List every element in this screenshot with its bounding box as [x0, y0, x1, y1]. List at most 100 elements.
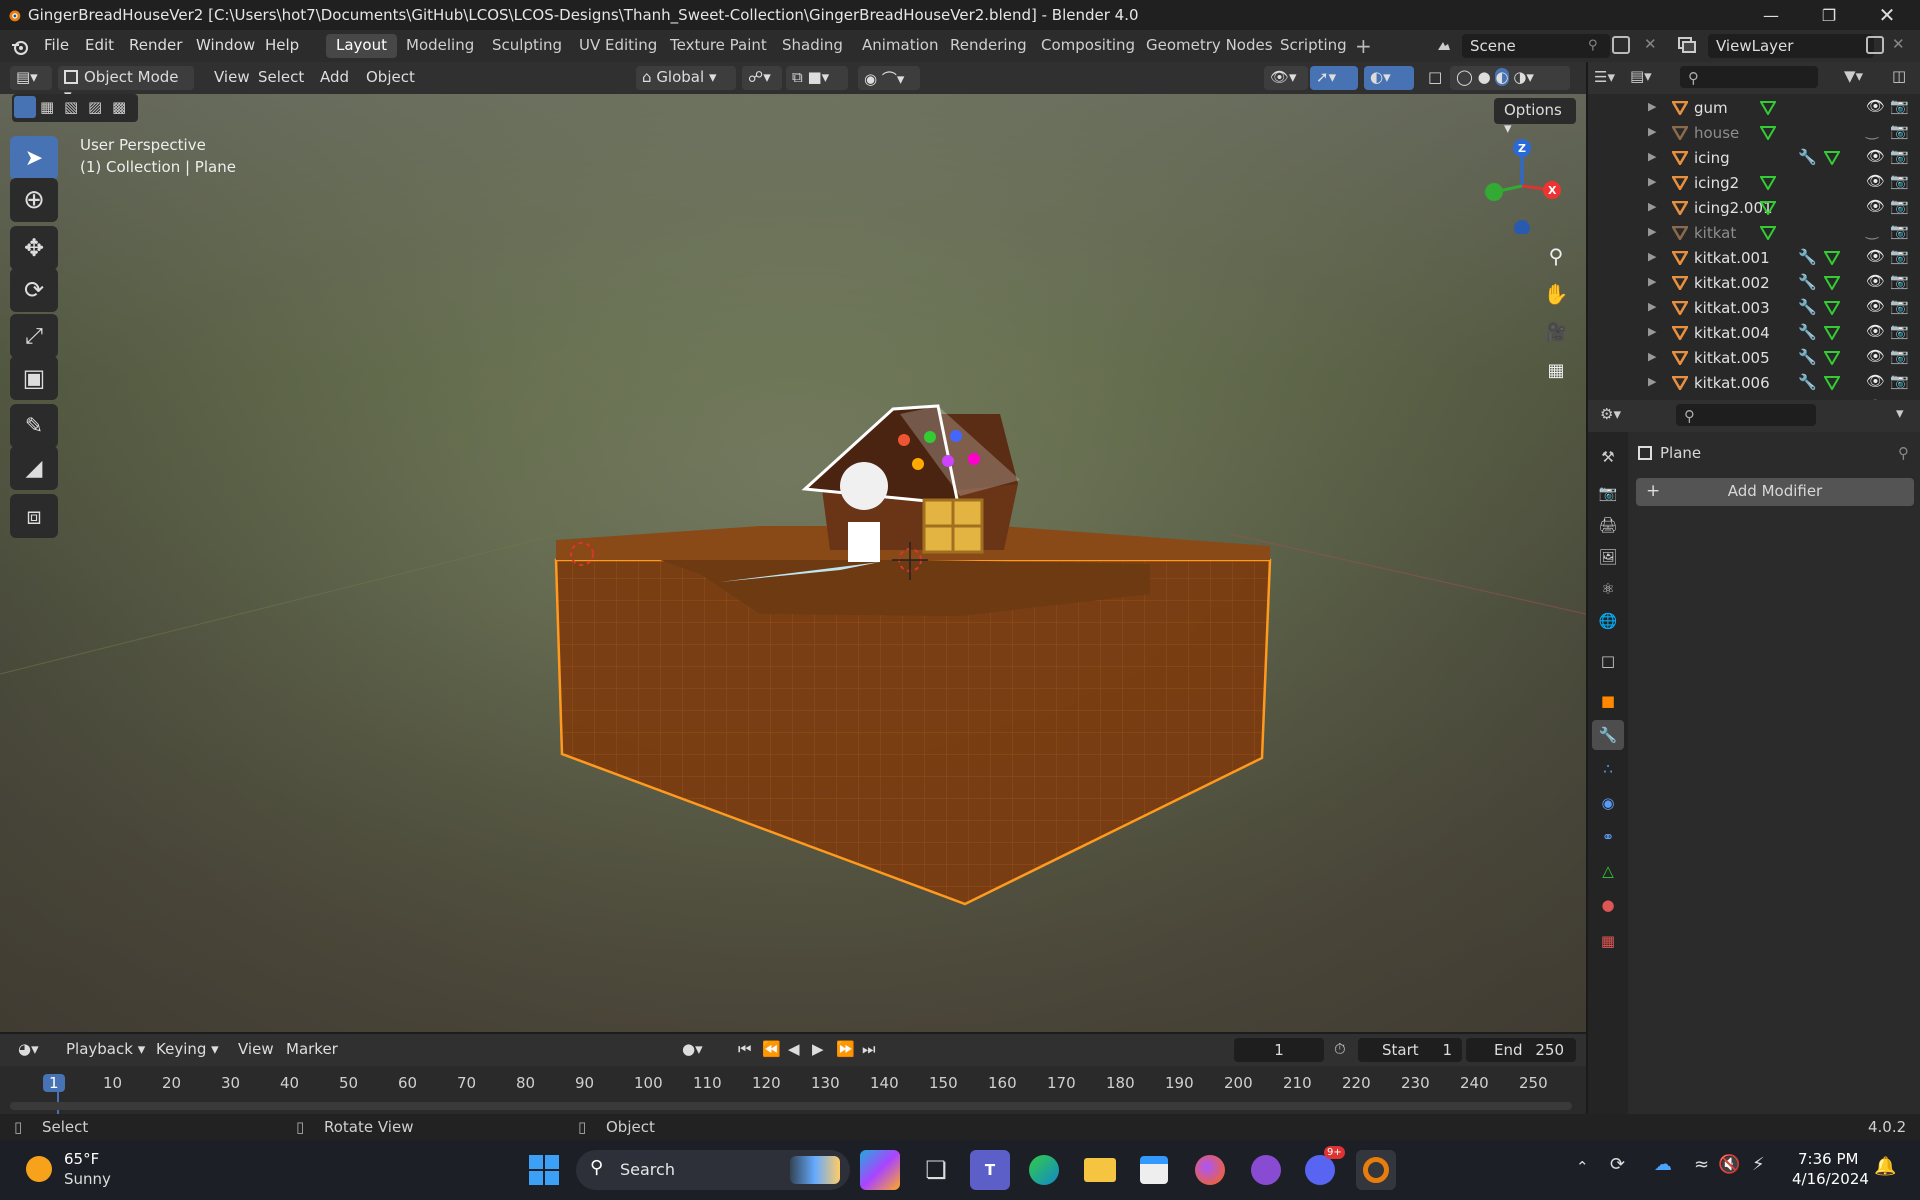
menu-window[interactable]: Window	[196, 36, 255, 56]
snap-icon[interactable]: ⧉ ■▾	[786, 66, 848, 90]
modifier-wrench-icon[interactable]: 🔧	[1798, 323, 1817, 341]
eye-icon[interactable]: 👁	[1866, 172, 1885, 190]
constraints-tab-icon[interactable]: ⚭	[1592, 822, 1624, 852]
mesh-data-icon[interactable]	[1824, 251, 1840, 265]
onedrive-icon[interactable]: ☁	[1654, 1154, 1672, 1175]
tab-uv-editing[interactable]: UV Editing	[569, 34, 667, 58]
stopwatch-icon[interactable]: ⏱	[1334, 1040, 1346, 1058]
close-button[interactable]: ✕	[1858, 0, 1916, 30]
menu-help[interactable]: Help	[265, 36, 299, 56]
outliner-item-name[interactable]: kitkat.006	[1694, 374, 1770, 392]
eye-icon[interactable]: 👁	[1866, 297, 1885, 315]
outliner-row[interactable]: ▶ house ‿ 📷	[1588, 121, 1920, 146]
outliner-row[interactable]: ▶ kitkat.004 🔧 👁 📷	[1588, 321, 1920, 346]
chevron-up-icon[interactable]: ⌃	[1576, 1158, 1589, 1176]
expand-arrow-icon[interactable]: ▶	[1648, 300, 1656, 313]
start-button[interactable]	[524, 1150, 564, 1190]
xray-icon[interactable]: □	[1422, 66, 1446, 90]
pivot-icon[interactable]: ☍▾	[742, 66, 782, 90]
expand-arrow-icon[interactable]: ▶	[1648, 275, 1656, 288]
gizmo-toggle-icon[interactable]: ➚▾	[1310, 66, 1358, 90]
store-icon[interactable]	[1134, 1150, 1174, 1190]
menu-marker[interactable]: Marker	[280, 1038, 344, 1062]
outliner-row[interactable]: ▶ gum 👁 📷	[1588, 96, 1920, 121]
particles-tab-icon[interactable]: ∴	[1592, 754, 1624, 784]
zoom-button[interactable]: ⚲	[1540, 240, 1572, 272]
eye-icon[interactable]: 👁	[1866, 372, 1885, 390]
battery-icon[interactable]: ⚡	[1752, 1154, 1765, 1175]
modifier-wrench-icon[interactable]: 🔧	[1798, 348, 1817, 366]
delete-scene-icon[interactable]: ✕	[1644, 35, 1657, 53]
menu-view[interactable]: View	[232, 1038, 280, 1062]
outliner-item-name[interactable]: kitkat.005	[1694, 349, 1770, 367]
tab-scripting[interactable]: Scripting	[1270, 34, 1357, 58]
camera-render-icon[interactable]: 📷	[1890, 97, 1909, 115]
clock-date[interactable]: 4/16/2024	[1792, 1170, 1869, 1188]
modifier-wrench-icon[interactable]: 🔧	[1798, 248, 1817, 266]
proportional-edit-icon[interactable]: ◉ ⌒▾	[858, 66, 920, 90]
outliner-row[interactable]: ▶ kitkat ‿ 📷	[1588, 221, 1920, 246]
outliner-editor-icon[interactable]: ☰▾	[1594, 68, 1615, 86]
outliner-row[interactable]: ▶ kitkat.001 🔧 👁 📷	[1588, 246, 1920, 271]
pan-button[interactable]: ✋	[1540, 278, 1572, 310]
modifier-wrench-icon[interactable]: 🔧	[1798, 373, 1817, 391]
camera-view-button[interactable]: 🎥	[1540, 316, 1572, 348]
blender-menu-icon[interactable]	[10, 37, 30, 57]
mode-dropdown[interactable]: Object Mode ▾	[58, 66, 194, 104]
discord-icon[interactable]: 9+	[1300, 1146, 1345, 1190]
menu-view[interactable]: View	[208, 66, 256, 90]
weather-desc[interactable]: Sunny	[64, 1170, 111, 1188]
modifier-wrench-icon[interactable]: 🔧	[1798, 148, 1817, 166]
camera-render-icon[interactable]: 📷	[1890, 147, 1909, 165]
minimize-button[interactable]: —	[1742, 0, 1800, 30]
outliner-item-name[interactable]: house	[1694, 124, 1739, 142]
overlays-toggle-icon[interactable]: ◐▾	[1364, 66, 1414, 90]
clock-time[interactable]: 7:36 PM	[1798, 1150, 1858, 1168]
wireframe-shading-icon[interactable]: ◯	[1456, 68, 1473, 86]
expand-arrow-icon[interactable]: ▶	[1648, 225, 1656, 238]
tab-layout[interactable]: Layout	[326, 34, 397, 58]
eye-icon[interactable]: 👁	[1866, 322, 1885, 340]
notification-bell-icon[interactable]: 🔔	[1874, 1156, 1896, 1177]
taskbar-search[interactable]: ⚲ Search	[576, 1150, 850, 1190]
new-collection-icon[interactable]: ◫	[1892, 67, 1906, 85]
volume-muted-icon[interactable]: 🔇	[1718, 1154, 1740, 1175]
new-scene-icon[interactable]	[1612, 36, 1630, 54]
outliner-item-name[interactable]: kitkat.002	[1694, 274, 1770, 292]
scene-tab-icon[interactable]: ⚛	[1592, 574, 1624, 604]
tab-texture-paint[interactable]: Texture Paint	[660, 34, 777, 58]
firefox-icon[interactable]	[1190, 1150, 1230, 1190]
tab-modeling[interactable]: Modeling	[396, 34, 484, 58]
expand-arrow-icon[interactable]: ▶	[1648, 175, 1656, 188]
editor-type-icon[interactable]: ▤▾	[10, 66, 52, 90]
select-subtract-icon[interactable]: ▧	[64, 98, 78, 116]
mesh-data-icon[interactable]	[1824, 326, 1840, 340]
outliner-search-input[interactable]: ⚲	[1680, 66, 1818, 88]
menu-file[interactable]: File	[44, 36, 69, 56]
physics-tab-icon[interactable]: ◉	[1592, 788, 1624, 818]
viewlayer-browse-icon[interactable]	[1676, 34, 1706, 58]
expand-arrow-icon[interactable]: ▶	[1648, 125, 1656, 138]
select-intersect-icon[interactable]: ▩	[112, 98, 126, 116]
material-preview-icon[interactable]: ◐	[1495, 68, 1509, 86]
outliner-item-name[interactable]: kitkat	[1694, 224, 1736, 242]
mesh-data-icon[interactable]	[1824, 151, 1840, 165]
eye-icon[interactable]: 👁	[1866, 247, 1885, 265]
rotate-tool[interactable]: ⟳	[10, 268, 58, 312]
select-invert-icon[interactable]: ▨	[88, 98, 102, 116]
menu-add[interactable]: Add	[314, 66, 355, 90]
rendered-shading-icon[interactable]: ◑	[1513, 68, 1526, 86]
outliner-row[interactable]: ▶ kitkat.002 🔧 👁 📷	[1588, 271, 1920, 296]
mesh-data-icon[interactable]	[1760, 126, 1776, 140]
expand-arrow-icon[interactable]: ▶	[1648, 150, 1656, 163]
blender-taskbar-icon[interactable]	[1356, 1150, 1396, 1190]
edge-icon[interactable]	[1024, 1150, 1064, 1190]
menu-render[interactable]: Render	[129, 36, 182, 56]
filter-icon[interactable]: ▼▾	[1844, 67, 1863, 85]
camera-render-icon[interactable]: 📷	[1890, 272, 1909, 290]
eye-icon[interactable]: 👁	[1866, 197, 1885, 215]
camera-render-icon[interactable]: 📷	[1890, 297, 1909, 315]
solid-shading-icon[interactable]: ●	[1478, 68, 1491, 86]
menu-playback[interactable]: Playback ▾	[60, 1038, 151, 1062]
eye-icon[interactable]: 👁	[1866, 147, 1885, 165]
